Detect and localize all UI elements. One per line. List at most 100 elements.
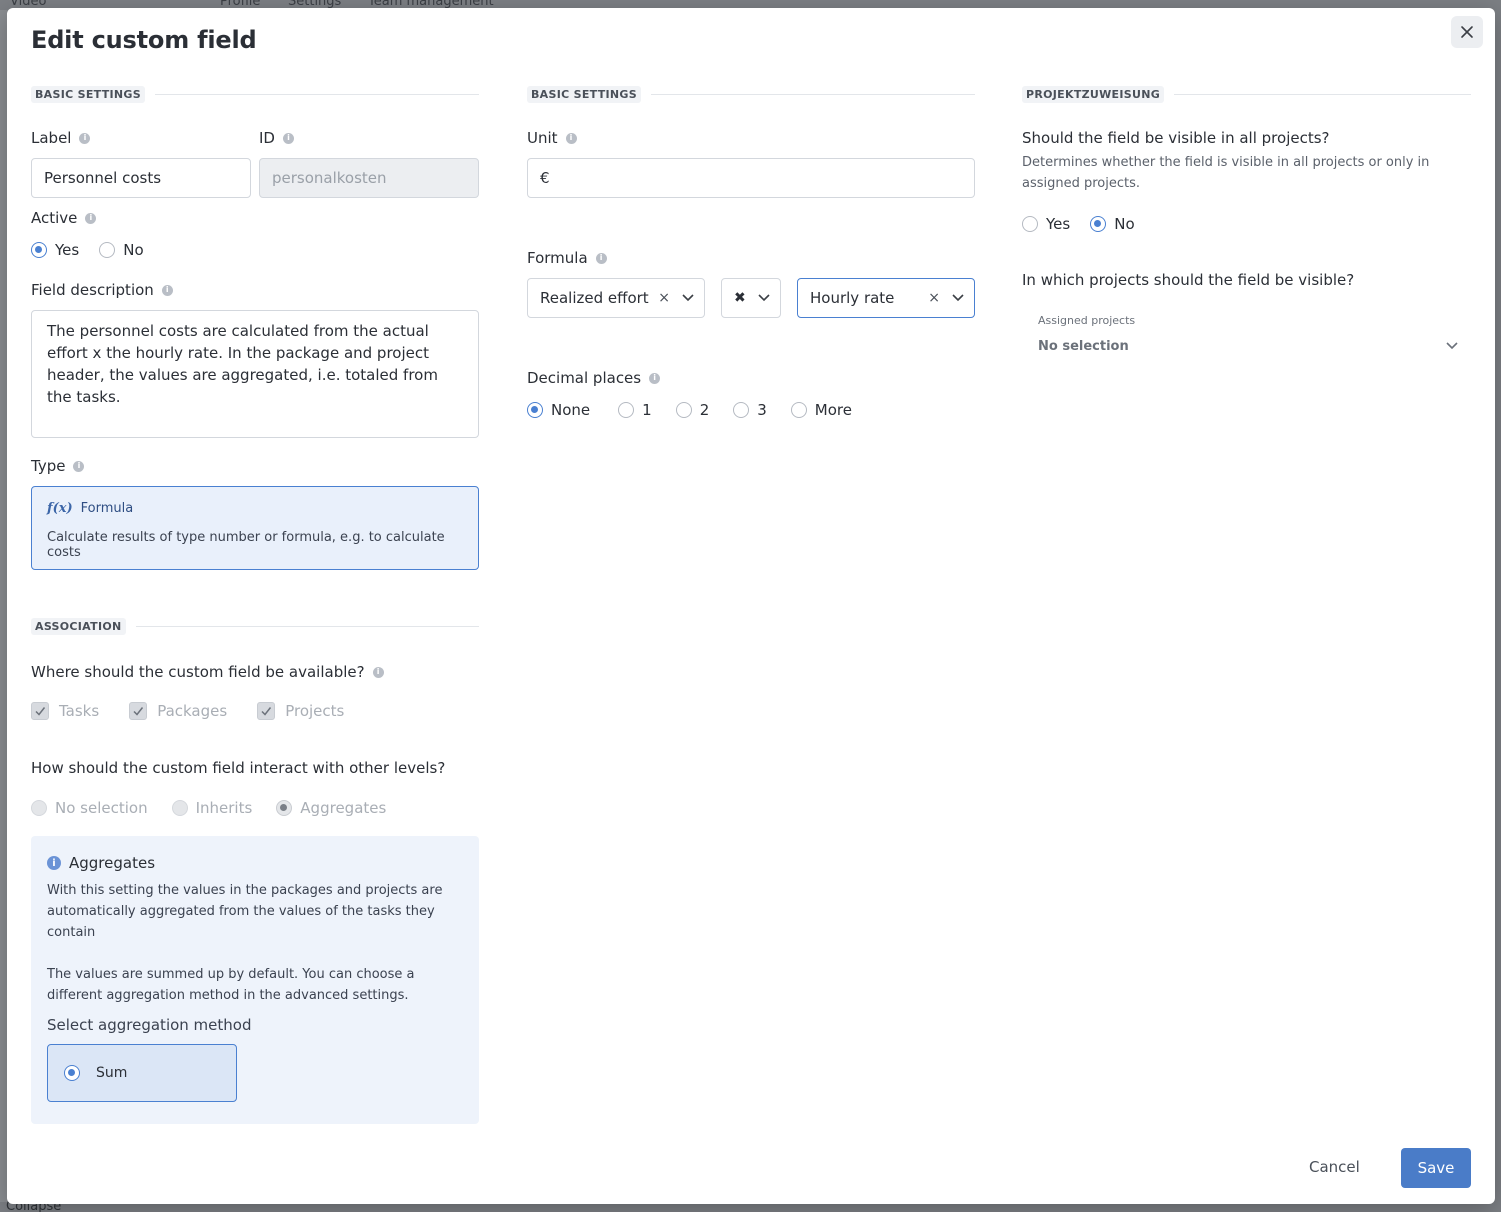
radio-icon[interactable] [1022, 216, 1038, 232]
check-icon [35, 707, 46, 716]
info-icon[interactable]: i [161, 284, 173, 296]
formula-icon: f(x) [47, 501, 73, 516]
background-sidebar [0, 10, 7, 1202]
availability-question-text: Where should the custom field be availab… [31, 663, 365, 681]
decimal-option-3[interactable]: 3 [733, 401, 767, 419]
info-icon[interactable]: i [85, 212, 97, 224]
check-icon [261, 707, 272, 716]
checkbox-checked-disabled [257, 702, 276, 720]
label-input[interactable]: Personnel costs [31, 158, 251, 198]
radio-icon-checked[interactable] [527, 402, 543, 418]
info-icon: i [47, 856, 61, 870]
formula-operand-1-select[interactable]: Realized effort × [527, 278, 705, 318]
section-heading: BASIC SETTINGS [31, 85, 145, 103]
availability-option-tasks-label: Tasks [59, 702, 100, 720]
active-option-yes-label: Yes [55, 241, 80, 259]
interaction-option-inherits-label: Inherits [195, 799, 253, 817]
visible-option-yes[interactable]: Yes [1022, 215, 1070, 233]
radio-icon-disabled [171, 800, 188, 816]
radio-icon[interactable] [618, 402, 635, 418]
right-column: PROJEKTZUWEISUNG Should the field be vis… [1022, 84, 1471, 354]
unit-field-label: Unit i [527, 128, 577, 148]
decimal-option-1-label: 1 [642, 401, 652, 419]
chevron-down-icon[interactable] [758, 294, 770, 302]
radio-icon[interactable] [99, 242, 116, 258]
check-icon [133, 707, 144, 716]
aggregation-method-value: Sum [96, 1065, 128, 1081]
close-icon [1461, 26, 1473, 38]
aggregates-info-box: i Aggregates With this setting the value… [31, 836, 479, 1124]
availability-option-packages-label: Packages [157, 702, 228, 720]
active-field-label: Active i [31, 208, 97, 228]
decimal-places-radio-group: None 1 2 3 More [527, 400, 872, 420]
info-box-text-2: The values are summed up by default. You… [47, 967, 415, 1003]
decimal-option-2[interactable]: 2 [675, 401, 710, 419]
visible-all-hint: Determines whether the field is visible … [1022, 155, 1430, 191]
chevron-down-icon[interactable] [1446, 342, 1458, 350]
radio-icon-checked-disabled [276, 800, 293, 816]
unit-input[interactable]: € [527, 158, 975, 198]
type-card-formula[interactable]: f(x) Formula Calculate results of type n… [31, 486, 479, 570]
section-heading: BASIC SETTINGS [527, 85, 641, 103]
interaction-option-aggregates-label: Aggregates [300, 799, 387, 817]
decimal-option-none[interactable]: None [527, 401, 590, 419]
availability-checkbox-group: Tasks Packages Projects [31, 702, 374, 720]
radio-icon-checked[interactable] [31, 242, 47, 258]
formula-operator-select[interactable]: ✖ [721, 278, 781, 318]
chevron-down-icon[interactable] [952, 294, 964, 302]
chevron-down-icon[interactable] [682, 294, 694, 302]
checkbox-checked-disabled [31, 702, 49, 720]
cancel-button[interactable]: Cancel [1309, 1158, 1360, 1176]
association-section-header: ASSOCIATION [31, 616, 479, 636]
availability-option-projects-label: Projects [285, 702, 345, 720]
formula-operand-2-select[interactable]: Hourly rate × [797, 278, 975, 318]
clear-icon[interactable]: × [928, 290, 940, 306]
aggregation-method-sum-card[interactable]: Sum [47, 1044, 237, 1102]
info-icon[interactable]: i [372, 666, 384, 678]
description-textarea[interactable]: The personnel costs are calculated from … [31, 310, 479, 438]
info-icon[interactable]: i [595, 252, 607, 264]
clear-icon[interactable]: × [658, 290, 670, 306]
radio-icon-checked[interactable] [64, 1065, 80, 1081]
assigned-projects-label: Assigned projects [1038, 314, 1136, 327]
decimal-option-2-label: 2 [699, 401, 710, 419]
info-icon[interactable]: i [565, 132, 577, 144]
interaction-option-no-selection: No selection [31, 799, 148, 817]
active-option-yes[interactable]: Yes [31, 241, 79, 259]
save-button[interactable]: Save [1401, 1148, 1471, 1188]
active-field-label-text: Active [31, 209, 78, 227]
decimal-option-3-label: 3 [757, 401, 767, 419]
radio-icon[interactable] [675, 402, 692, 418]
radio-icon[interactable] [733, 402, 750, 418]
close-button[interactable] [1451, 16, 1483, 48]
visible-option-no[interactable]: No [1090, 215, 1135, 233]
info-icon[interactable]: i [73, 460, 85, 472]
formula-operand-1-value: Realized effort [540, 289, 649, 307]
interaction-option-aggregates: Aggregates [276, 799, 386, 817]
edit-custom-field-modal: Edit custom field BASIC SETTINGS Label i… [7, 8, 1495, 1204]
active-radio-group: Yes No [31, 240, 164, 260]
interaction-option-inherits: Inherits [171, 799, 253, 817]
info-icon[interactable]: i [649, 372, 661, 384]
active-option-no[interactable]: No [99, 241, 144, 259]
interaction-question: How should the custom field interact wit… [31, 759, 446, 777]
assigned-projects-select[interactable]: No selection [1038, 334, 1458, 358]
decimal-option-1[interactable]: 1 [618, 401, 652, 419]
availability-option-tasks: Tasks [31, 702, 99, 720]
decimal-places-label: Decimal places i [527, 368, 661, 388]
interaction-option-no-selection-label: No selection [55, 799, 148, 817]
interaction-radio-group: No selection Inherits Aggregates [31, 798, 406, 818]
section-heading: PROJEKTZUWEISUNG [1022, 85, 1165, 103]
radio-icon-checked[interactable] [1090, 216, 1107, 232]
assigned-projects-value: No selection [1038, 338, 1129, 354]
visible-option-no-label: No [1114, 215, 1135, 233]
formula-field-label: Formula i [527, 248, 607, 268]
decimal-option-more[interactable]: More [790, 401, 852, 419]
description-field-label-text: Field description [31, 281, 154, 299]
visible-all-question: Should the field be visible in all proje… [1022, 129, 1330, 147]
info-icon[interactable]: i [282, 132, 294, 144]
type-card-name: Formula [80, 501, 134, 516]
radio-icon[interactable] [790, 402, 807, 418]
decimal-option-more-label: More [814, 401, 852, 419]
info-icon[interactable]: i [79, 132, 91, 144]
